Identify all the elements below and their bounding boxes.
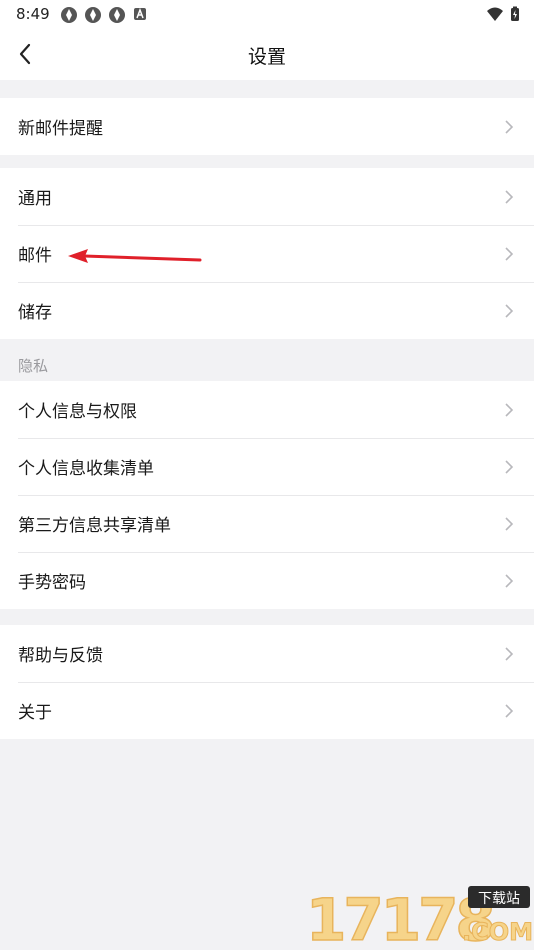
- settings-row-about[interactable]: 关于: [0, 682, 534, 739]
- row-label: 储存: [18, 303, 52, 323]
- app-header: 设置: [0, 28, 534, 80]
- chevron-right-icon: [505, 120, 514, 134]
- row-label: 个人信息收集清单: [18, 459, 154, 479]
- settings-row-personal-info-list[interactable]: 个人信息收集清单: [0, 438, 534, 495]
- notification-app-icon: [61, 7, 77, 23]
- chevron-right-icon: [505, 460, 514, 474]
- chevron-right-icon: [505, 647, 514, 661]
- watermark-tag: 下载站: [478, 891, 520, 907]
- notification-a-icon: [134, 7, 146, 20]
- watermark-logo: 17178 下载站 .COM: [302, 884, 533, 950]
- row-label: 关于: [18, 703, 52, 723]
- section-label-privacy: 隐私: [18, 357, 49, 375]
- row-label: 通用: [18, 189, 52, 209]
- status-bar: 8:49: [0, 0, 534, 28]
- row-label: 手势密码: [18, 573, 86, 593]
- row-label: 第三方信息共享清单: [18, 516, 171, 536]
- battery-charging-icon: [511, 6, 519, 21]
- system-status-icons: [486, 6, 520, 22]
- status-time: 8:49: [16, 5, 50, 23]
- watermark-domain: .COM: [462, 918, 532, 946]
- settings-group-notifications: 新邮件提醒: [0, 98, 534, 155]
- row-label: 新邮件提醒: [18, 119, 103, 139]
- settings-row-general[interactable]: 通用: [0, 168, 534, 225]
- chevron-right-icon: [505, 403, 514, 417]
- chevron-right-icon: [505, 190, 514, 204]
- notification-icons: [60, 6, 148, 24]
- wifi-icon: [487, 7, 503, 21]
- settings-row-personal-info-permissions[interactable]: 个人信息与权限: [0, 381, 534, 438]
- row-label: 邮件: [18, 246, 52, 266]
- row-label: 个人信息与权限: [18, 402, 137, 422]
- settings-group-support: 帮助与反馈 关于: [0, 625, 534, 739]
- chevron-right-icon: [505, 304, 514, 318]
- page-title: 设置: [247, 46, 286, 68]
- annotation-arrow-icon: [68, 249, 202, 263]
- chevron-right-icon: [505, 517, 514, 531]
- settings-row-third-party-sharing[interactable]: 第三方信息共享清单: [0, 495, 534, 552]
- row-label: 帮助与反馈: [18, 646, 103, 666]
- chevron-right-icon: [505, 247, 514, 261]
- settings-row-storage[interactable]: 储存: [0, 282, 534, 339]
- chevron-right-icon: [505, 574, 514, 588]
- settings-row-help-feedback[interactable]: 帮助与反馈: [0, 625, 534, 682]
- settings-row-new-mail-alert[interactable]: 新邮件提醒: [0, 98, 534, 155]
- notification-app-icon: [109, 7, 125, 23]
- settings-row-gesture-password[interactable]: 手势密码: [0, 552, 534, 609]
- settings-group-privacy: 个人信息与权限 个人信息收集清单 第三方信息共享清单 手势密码: [0, 381, 534, 609]
- chevron-right-icon: [505, 704, 514, 718]
- notification-app-icon: [85, 7, 101, 23]
